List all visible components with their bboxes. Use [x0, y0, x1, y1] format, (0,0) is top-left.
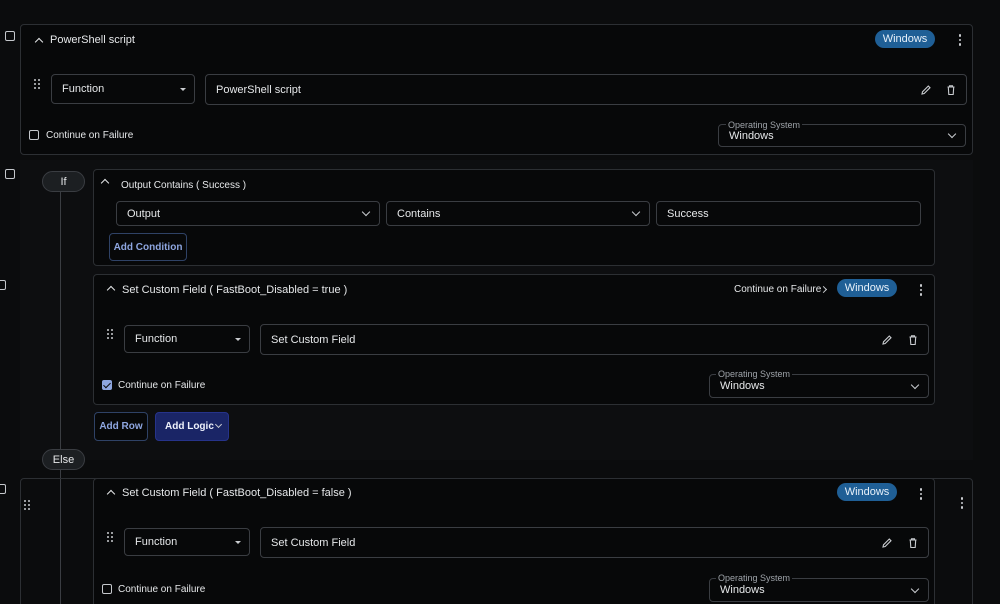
chevron-down-icon	[361, 207, 371, 217]
if-pill: If	[42, 171, 85, 192]
collapse-chevron-up-icon[interactable]	[34, 37, 44, 47]
chevron-down-icon	[947, 129, 957, 139]
operating-system-label: Operating System	[716, 369, 793, 379]
row-type-select[interactable]: Function	[51, 74, 195, 104]
add-condition-button[interactable]: Add Condition	[109, 233, 187, 261]
row-value-text: Set Custom Field	[271, 333, 356, 346]
action-title: Set Custom Field ( FastBoot_Disabled = t…	[122, 284, 348, 296]
kebab-menu-icon[interactable]	[919, 488, 923, 500]
os-badge: Windows	[875, 30, 935, 48]
trash-icon[interactable]	[907, 334, 919, 346]
select-logic-checkbox[interactable]	[5, 169, 15, 179]
continue-on-failure-checkbox[interactable]	[102, 584, 112, 594]
continue-on-failure-label: Continue on Failure	[118, 584, 206, 595]
row-value-text: PowerShell script	[216, 83, 301, 96]
drag-handle-icon[interactable]	[107, 532, 113, 542]
os-badge: Windows	[837, 483, 897, 501]
chevron-down-icon	[910, 380, 920, 390]
pencil-icon[interactable]	[881, 537, 893, 549]
condition-title: Output Contains ( Success )	[121, 180, 247, 191]
row-value-field[interactable]: PowerShell script	[205, 74, 967, 105]
dropdown-caret-icon	[180, 88, 186, 91]
row-value-field[interactable]: Set Custom Field	[260, 527, 929, 558]
action-title: Set Custom Field ( FastBoot_Disabled = f…	[122, 487, 352, 499]
trash-icon[interactable]	[907, 537, 919, 549]
collapse-chevron-up-icon[interactable]	[106, 489, 116, 499]
chevron-down-icon	[910, 584, 920, 594]
collapse-chevron-up-icon[interactable]	[106, 285, 116, 295]
operating-system-value: Windows	[720, 584, 765, 596]
action-card-else: Set Custom Field ( FastBoot_Disabled = f…	[93, 478, 935, 604]
pencil-icon[interactable]	[920, 84, 932, 96]
kebab-menu-icon[interactable]	[960, 497, 964, 509]
action-card-if: Set Custom Field ( FastBoot_Disabled = t…	[93, 274, 935, 405]
condition-operator-select[interactable]: Contains	[386, 201, 650, 226]
continue-on-failure-checkbox[interactable]	[29, 130, 39, 140]
condition-field-value: Output	[127, 207, 161, 220]
condition-value-input[interactable]: Success	[656, 201, 921, 226]
operating-system-value: Windows	[720, 380, 765, 392]
dropdown-caret-icon	[235, 338, 241, 341]
step-title: PowerShell script	[50, 34, 135, 46]
kebab-menu-icon[interactable]	[919, 284, 923, 296]
os-badge: Windows	[837, 279, 897, 297]
condition-card: Output Contains ( Success ) Output Conta…	[93, 169, 935, 266]
drag-handle-icon[interactable]	[107, 329, 113, 339]
row-type-select[interactable]: Function	[124, 528, 250, 556]
row-value-text: Set Custom Field	[271, 536, 356, 549]
row-type-value: Function	[135, 333, 178, 345]
row-value-field[interactable]: Set Custom Field	[260, 324, 929, 355]
select-step-checkbox[interactable]	[5, 31, 15, 41]
kebab-menu-icon[interactable]	[958, 34, 962, 46]
row-type-value: Function	[135, 536, 178, 548]
condition-operator-value: Contains	[397, 207, 441, 220]
chevron-down-icon	[214, 420, 223, 429]
add-logic-button[interactable]: Add Logic	[155, 412, 229, 441]
add-logic-label: Add Logic	[165, 421, 214, 432]
else-pill: Else	[42, 449, 85, 470]
add-row-button[interactable]: Add Row	[94, 412, 148, 441]
chevron-down-icon	[631, 207, 641, 217]
step-card-powershell: PowerShell script Windows Function Power…	[20, 24, 973, 155]
drag-handle-icon[interactable]	[34, 79, 40, 89]
row-type-value: Function	[62, 83, 105, 95]
trash-icon[interactable]	[945, 84, 957, 96]
select-action-checkbox[interactable]	[0, 280, 6, 290]
condition-field-select[interactable]: Output	[116, 201, 380, 226]
dropdown-caret-icon	[235, 541, 241, 544]
operating-system-label: Operating System	[726, 120, 803, 130]
pencil-icon[interactable]	[881, 334, 893, 346]
operating-system-label: Operating System	[716, 573, 793, 583]
continue-on-failure-label: Continue on Failure	[118, 380, 206, 391]
select-else-checkbox[interactable]	[0, 484, 6, 494]
collapse-chevron-up-icon[interactable]	[100, 178, 110, 188]
continue-on-failure-checkbox[interactable]	[102, 380, 112, 390]
continue-on-failure-label: Continue on Failure	[46, 130, 134, 141]
operating-system-value: Windows	[729, 129, 774, 142]
condition-value-text: Success	[667, 207, 709, 220]
row-type-select[interactable]: Function	[124, 325, 250, 353]
continue-on-failure-link[interactable]: Continue on Failure	[734, 284, 821, 295]
if-branch-line	[60, 191, 61, 451]
